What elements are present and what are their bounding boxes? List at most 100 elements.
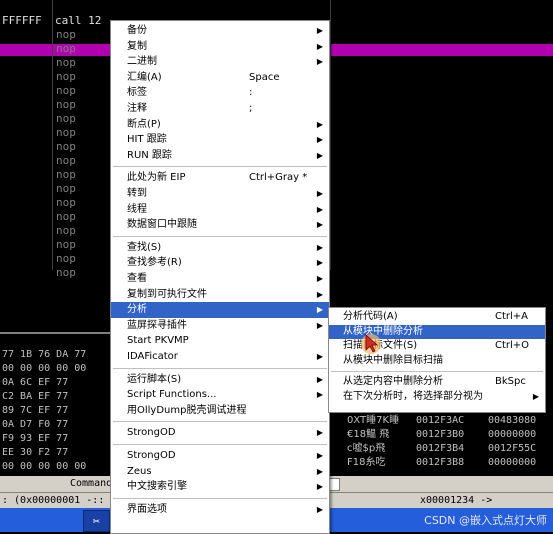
disassembly-line[interactable]: nop [56,56,76,70]
menu-item[interactable]: 注释; [111,101,329,117]
menu-item[interactable]: Script Functions... ▶ [111,387,329,403]
dump-row[interactable]: C2 BA EF 77 [2,390,68,404]
menu-item-label: 复制到可执行文件 [127,288,207,300]
submenu-arrow-icon: ▶ [316,320,323,330]
menu-item[interactable]: 二进制 ▶ [111,54,329,70]
tool-icon[interactable]: ✂ [83,510,110,532]
menu-item-label: 复制 [127,40,147,52]
menu-item[interactable]: Start PKVMP [111,333,329,349]
stack-value[interactable]: 00483080 [488,414,536,428]
menu-item[interactable]: 从选定内容中删除分析 BkSpc [329,375,545,390]
menu-item[interactable]: 蓝屏探寻插件 ▶ [111,318,329,334]
menu-item[interactable]: 复制到可执行文件 ▶ [111,287,329,303]
menu-separator [113,497,327,499]
menu-item[interactable]: 汇编(A) Space [111,70,329,86]
menu-item[interactable]: 中文搜索引擎 ▶ [111,479,329,495]
disassembly-line[interactable]: FFFFFF call 12 [2,14,101,28]
menu-separator [113,367,327,369]
dump-row[interactable]: 00 00 00 00 00 [2,460,86,474]
menu-item-label: RUN 跟踪 [127,149,172,161]
menu-item[interactable]: StrongOD ▶ [111,425,329,441]
menu-item[interactable]: 转到 ▶ [111,186,329,202]
menu-item[interactable]: StrongOD ▶ [111,448,329,464]
menu-separator [331,371,543,372]
disassembly-line[interactable]: nop [56,168,76,182]
disassembly-line[interactable]: nop [56,28,76,42]
submenu-arrow-icon: ▶ [316,289,323,299]
disassembly-line[interactable]: nop [56,210,76,224]
menu-item-label: 从选定内容中删除分析 [343,376,443,387]
dump-row[interactable]: 00 00 00 00 00 [2,362,86,376]
menu-item[interactable]: 运行脚本(S) ▶ [111,372,329,388]
submenu-arrow-icon: ▶ [316,135,323,145]
menu-item[interactable]: 界面选项 ▶ [111,502,329,518]
column-divider [52,0,53,270]
menu-item-label: 用OllyDump脱壳调试进程 [127,404,247,416]
menu-item[interactable]: 查找(S) ▶ [111,240,329,256]
dump-pane[interactable]: 77 1B 76 DA 77 00 00 00 00 00 0A 6C EF 77 C… [0,332,110,479]
dump-row[interactable]: 0A D7 F0 77 [2,418,68,432]
menu-item[interactable]: 查找参考(R) ▶ [111,255,329,271]
disassembly-line[interactable]: nop [56,252,76,266]
stack-address[interactable]: 0012F3B0 [416,428,464,442]
disassembly-line[interactable]: nop [56,70,76,84]
dump-row[interactable]: F9 93 EF 77 [2,432,68,446]
dump-row[interactable]: EE 30 F2 77 [2,446,68,460]
submenu-arrow-icon: ▶ [316,390,323,400]
menu-item[interactable]: 分析代码(A) Ctrl+A [329,310,545,325]
submenu-arrow-icon: ▶ [316,189,323,198]
menu-item[interactable]: 用OllyDump脱壳调试进程 [111,403,329,419]
menu-item[interactable]: 此处为新 EIP Ctrl+Gray * [111,170,329,186]
disassembly-line[interactable]: nop [56,84,76,98]
menu-item-label: 注释 [127,103,147,114]
submenu-arrow-icon: ▶ [316,41,323,51]
dump-row[interactable]: 89 7C EF 77 [2,404,68,418]
disassembly-line[interactable]: nop [56,154,76,168]
disassembly-line[interactable]: nop [56,196,76,210]
menu-item[interactable]: 查看 ▶ [111,271,329,287]
stack-value[interactable]: 0012F55C [488,442,536,456]
submenu-arrow-icon: ▶ [316,352,323,361]
disassembly-line[interactable]: nop [56,140,76,154]
stack-value[interactable]: 00000000 [488,428,536,442]
menu-item[interactable]: 线程 ▶ [111,202,329,218]
menu-item-shortcut: Ctrl+Gray * [249,172,308,184]
submenu-arrow-icon: ▶ [316,258,323,268]
menu-item[interactable]: 数据窗口中跟随 ▶ [111,217,329,233]
disassembly-line[interactable]: nop [56,126,76,140]
menu-item-shortcut: Ctrl+O [495,340,530,351]
menu-item[interactable]: 备份 ▶ [111,23,329,39]
menu-item-label: Zeus [127,465,152,477]
stack-value[interactable]: 00000000 [488,456,536,470]
menu-item[interactable]: HIT 跟踪 ▶ [111,132,329,148]
disassembly-line[interactable]: nop [56,238,76,252]
disassembly-line[interactable]: nop [56,266,76,280]
disassembly-line[interactable]: nop [56,182,76,196]
disassembly-line[interactable]: nop [56,224,76,238]
dump-row[interactable]: 0A 6C EF 77 [2,376,68,390]
disassembly-line[interactable]: nop [56,112,76,126]
stack-pane[interactable]: 0012F3AC 00483080 0012F3B0 00000000 0012F3B4… [410,410,553,476]
menu-item[interactable]: RUN 跟踪 ▶ [111,148,329,164]
menu-item-label: Script Functions... [127,389,217,401]
menu-item[interactable]: IDAFicator ▶ [111,349,329,365]
menu-item[interactable]: 复制 ▶ [111,39,329,55]
disassembly-line[interactable]: nop [56,42,76,56]
dump-row[interactable]: 77 1B 76 DA 77 [2,348,86,362]
stack-address[interactable]: 0012F3AC [416,414,464,428]
menu-item[interactable]: 分析 ▶ [111,302,329,318]
menu-item-label: 中文搜索引擎 [127,481,187,493]
menu-item-label: 查看 [127,273,147,284]
submenu-arrow-icon: ▶ [316,274,323,283]
stack-address[interactable]: 0012F3B8 [416,456,464,470]
menu-item[interactable]: 标签: [111,85,329,101]
stack-address[interactable]: 0012F3B4 [416,442,464,456]
column-divider [330,0,331,270]
disassembly-line[interactable]: nop [56,98,76,112]
menu-item[interactable]: 断点(P) ▶ [111,117,329,133]
menu-item[interactable]: Zeus ▶ [111,464,329,480]
menu-item[interactable]: 在下次分析时，将选择部分视为 ▶ [329,390,545,405]
menu-item-label: 二进制 [127,56,157,68]
submenu-arrow-icon: ▶ [316,220,323,230]
status-left: : (0x00000001 -:: [2,495,105,506]
